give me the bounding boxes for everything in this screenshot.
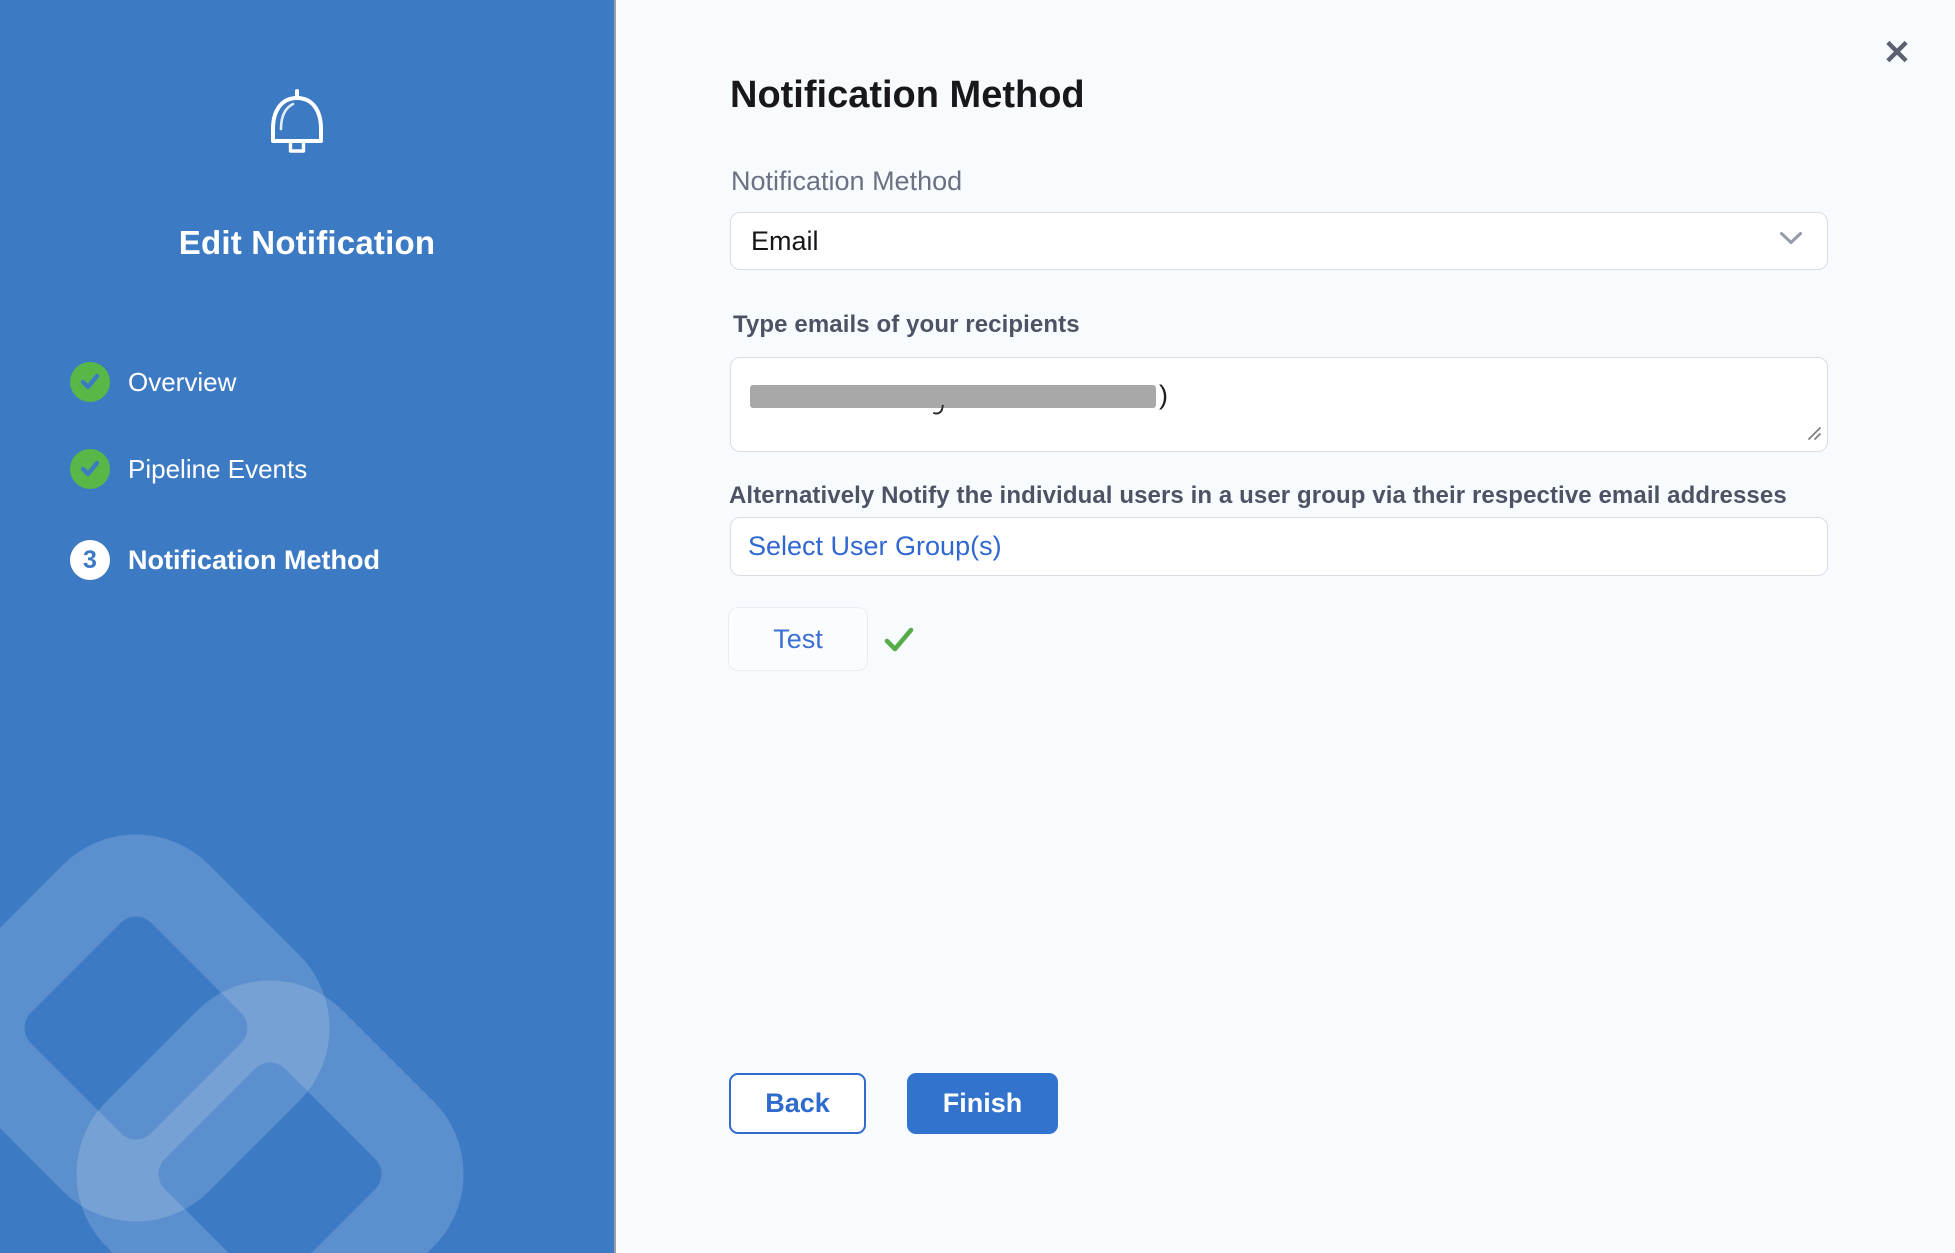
user-group-hint-label: Alternatively Notify the individual user… — [729, 482, 1869, 510]
selected-method-value: Email — [751, 226, 1779, 257]
back-button[interactable]: Back — [729, 1073, 866, 1134]
recipients-textarea[interactable]: ) — [730, 357, 1828, 452]
notification-method-panel: ✕ Notification Method Notification Metho… — [616, 0, 1955, 1253]
notification-bell-icon — [266, 88, 328, 164]
sidebar-step-notification-method[interactable]: 3 Notification Method — [70, 540, 380, 580]
resize-handle-icon[interactable] — [1806, 425, 1822, 446]
step-label: Notification Method — [128, 545, 380, 576]
harness-logo-watermark — [0, 820, 560, 1253]
step-label: Overview — [128, 367, 236, 398]
select-user-groups-link[interactable]: Select User Group(s) — [748, 531, 1002, 562]
test-button[interactable]: Test — [728, 607, 868, 671]
sidebar-step-overview[interactable]: Overview — [70, 362, 236, 402]
step-complete-icon — [70, 449, 110, 489]
sidebar-step-pipeline-events[interactable]: Pipeline Events — [70, 449, 307, 489]
recipients-label: Type emails of your recipients — [733, 311, 1080, 339]
edit-notification-modal: Edit Notification Overview Pipeline Even… — [0, 0, 1955, 1253]
test-success-check-icon — [883, 624, 915, 661]
finish-button[interactable]: Finish — [907, 1073, 1058, 1134]
page-title: Notification Method — [730, 74, 1085, 117]
step-number-badge: 3 — [70, 540, 110, 580]
chevron-down-icon — [1779, 231, 1803, 251]
select-user-groups-field[interactable]: Select User Group(s) — [730, 517, 1828, 576]
redacted-email-suffix: ) — [1159, 380, 1168, 411]
close-icon[interactable]: ✕ — [1874, 30, 1920, 76]
step-complete-icon — [70, 362, 110, 402]
redacted-email-value — [750, 385, 1156, 408]
notification-method-label: Notification Method — [731, 166, 962, 197]
notification-method-select[interactable]: Email — [730, 212, 1828, 270]
step-label: Pipeline Events — [128, 454, 307, 485]
wizard-sidebar: Edit Notification Overview Pipeline Even… — [0, 0, 616, 1253]
wizard-title: Edit Notification — [0, 224, 614, 262]
redacted-text-descender — [933, 403, 944, 416]
